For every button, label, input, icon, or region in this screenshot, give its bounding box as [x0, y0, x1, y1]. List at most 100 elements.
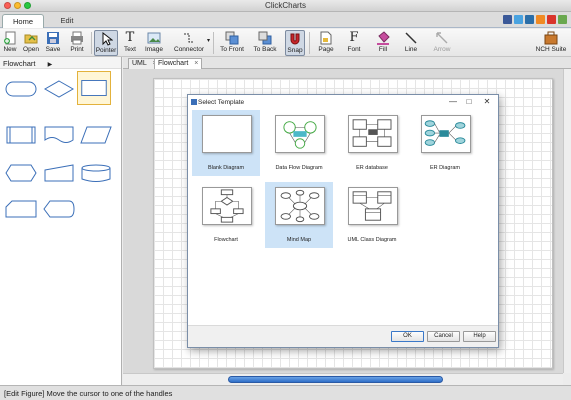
line-icon: [405, 32, 417, 44]
shape-predefined-process[interactable]: [4, 122, 38, 148]
shape-terminator[interactable]: [4, 76, 38, 102]
template-blank-diagram[interactable]: Blank Diagram: [192, 110, 260, 176]
cancel-button[interactable]: Cancel: [427, 331, 460, 342]
to-front-button[interactable]: To Front: [217, 30, 247, 56]
dialog-close-button[interactable]: ✕: [480, 97, 494, 106]
linkedin-icon[interactable]: [525, 15, 534, 24]
doc-tab-flowchart[interactable]: Flowchart ×: [154, 58, 203, 69]
horizontal-scrollbar[interactable]: [123, 373, 563, 385]
nch-suite-button[interactable]: NCH Suite: [534, 30, 568, 56]
shape-library-panel: Flowchart ▶: [0, 57, 122, 385]
doc-tab-label: UML: [132, 60, 147, 67]
template-er-database[interactable]: ER database: [338, 110, 406, 176]
connector-button[interactable]: Connector: [170, 30, 208, 56]
page-label: Page: [318, 46, 334, 53]
template-thumbnail: [202, 115, 252, 153]
shape-display[interactable]: [42, 196, 76, 222]
title-bar: ClickCharts: [0, 0, 571, 12]
facebook-icon[interactable]: [503, 15, 512, 24]
shape-process[interactable]: [77, 71, 111, 105]
save-button[interactable]: Save: [44, 30, 62, 56]
save-icon: [47, 32, 59, 44]
template-thumbnail: [348, 187, 398, 225]
template-thumbnail: [275, 115, 325, 153]
connector-icon: [184, 33, 194, 43]
shape-card[interactable]: [4, 196, 38, 222]
image-button[interactable]: Image: [143, 30, 165, 56]
text-label: Text: [124, 46, 136, 53]
youtube-icon[interactable]: [547, 15, 556, 24]
template-label: Mind Map: [286, 237, 312, 243]
printer-icon: [71, 31, 83, 45]
template-grid: Blank Diagram Data Flow Diagram ER datab: [190, 110, 496, 324]
shape-database[interactable]: [79, 160, 113, 186]
snap-label: Snap: [287, 47, 303, 54]
shape-decision[interactable]: [42, 76, 76, 102]
new-document-icon: [4, 31, 16, 45]
social-links: [503, 15, 567, 24]
font-icon: F: [349, 30, 359, 45]
dialog-minimize-button[interactable]: —: [446, 97, 460, 106]
help-button[interactable]: Help: [463, 331, 496, 342]
template-thumbnail: [348, 115, 398, 153]
rss-icon[interactable]: [536, 15, 545, 24]
shape-preparation[interactable]: [4, 160, 38, 186]
select-template-dialog: Select Template — □ ✕ Blank Diagram Data…: [187, 94, 499, 348]
shape-manual-input[interactable]: [42, 160, 76, 186]
text-tool-icon: T: [125, 30, 135, 45]
tab-edit[interactable]: Edit: [48, 14, 86, 28]
pointer-arrow-icon: [102, 32, 113, 46]
toolbox-icon: [544, 31, 558, 45]
close-tab-icon[interactable]: ×: [194, 60, 198, 67]
image-icon: [147, 32, 161, 44]
connector-dropdown-icon[interactable]: ▾: [207, 37, 210, 44]
new-button[interactable]: New: [2, 30, 18, 56]
pointer-label: Pointer: [95, 47, 117, 54]
tab-home[interactable]: Home: [2, 14, 44, 28]
template-thumbnail: [275, 187, 325, 225]
template-label: ER Diagram: [430, 165, 460, 171]
line-button[interactable]: Line: [400, 30, 422, 56]
share-icon[interactable]: [558, 15, 567, 24]
bring-to-front-icon: [225, 31, 239, 45]
template-label: Blank Diagram: [207, 165, 245, 171]
toolbar-separator: [309, 32, 310, 54]
page-button[interactable]: Page: [315, 30, 337, 56]
to-back-button[interactable]: To Back: [250, 30, 280, 56]
template-mind-map[interactable]: Mind Map: [265, 182, 333, 248]
ok-button[interactable]: OK: [391, 331, 424, 342]
snap-button[interactable]: Snap: [285, 30, 305, 56]
dialog-title: Select Template: [198, 99, 245, 106]
status-bar: [Edit Figure] Move the cursor to one of …: [0, 385, 571, 400]
fill-button[interactable]: Fill: [372, 30, 394, 56]
shape-data[interactable]: [79, 122, 113, 148]
template-data-flow-diagram[interactable]: Data Flow Diagram: [265, 110, 333, 176]
font-button[interactable]: F Font: [343, 30, 365, 56]
shape-category-selector[interactable]: Flowchart ▶: [0, 57, 121, 69]
new-label: New: [3, 46, 17, 53]
shape-document[interactable]: [42, 122, 76, 148]
arrow-button[interactable]: Arrow: [430, 30, 454, 56]
paint-bucket-icon: [377, 31, 390, 45]
open-button[interactable]: Open: [21, 30, 41, 56]
print-button[interactable]: Print: [67, 30, 87, 56]
magnet-icon: [290, 33, 300, 45]
toolbar-separator: [91, 32, 92, 54]
document-tabs: UML × Flowchart ×: [123, 57, 571, 69]
status-text: [Edit Figure] Move the cursor to one of …: [4, 389, 173, 398]
template-flowchart[interactable]: Flowchart: [192, 182, 260, 248]
text-button[interactable]: T Text: [121, 30, 139, 56]
horizontal-scroll-thumb[interactable]: [228, 376, 443, 383]
connector-label: Connector: [174, 46, 204, 53]
template-uml-class-diagram[interactable]: UML Class Diagram: [338, 182, 406, 248]
shape-category-label: Flowchart: [3, 59, 36, 68]
pointer-button[interactable]: Pointer: [94, 30, 118, 56]
vertical-scrollbar[interactable]: [563, 69, 571, 373]
template-er-diagram[interactable]: ER Diagram: [411, 110, 479, 176]
doc-tab-label: Flowchart: [158, 60, 189, 67]
window-title: ClickCharts: [265, 1, 306, 10]
twitter-icon[interactable]: [514, 15, 523, 24]
dialog-maximize-button[interactable]: □: [462, 97, 476, 106]
template-label: UML Class Diagram: [347, 237, 397, 243]
line-label: Line: [404, 46, 418, 53]
